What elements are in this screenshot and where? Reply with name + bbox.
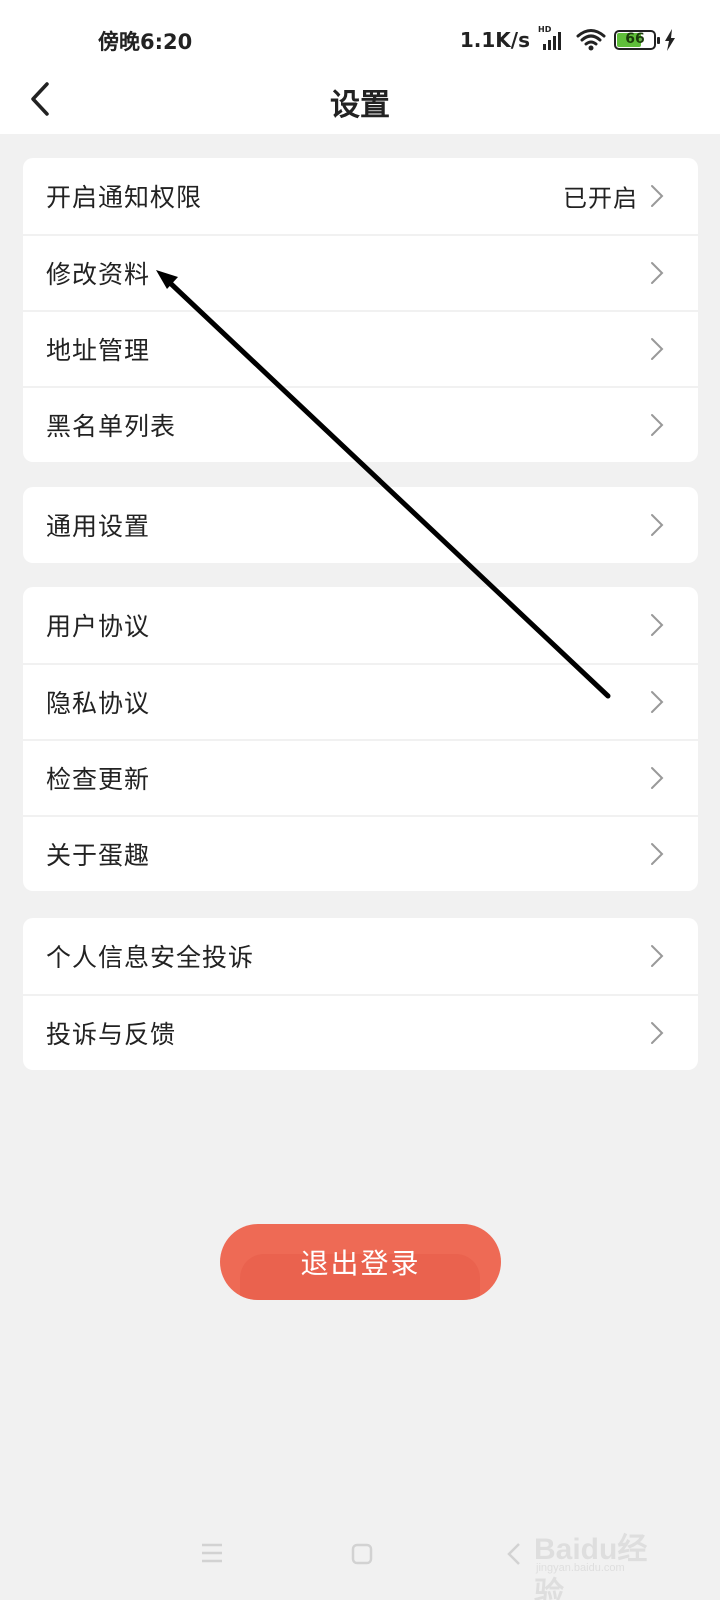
chevron-right-icon — [648, 689, 666, 715]
home-icon[interactable] — [350, 1542, 374, 1570]
row-label: 地址管理 — [46, 336, 151, 365]
settings-group-feedback: 个人信息安全投诉 投诉与反馈 — [23, 918, 698, 1070]
battery-icon: 66 — [614, 30, 660, 50]
row-label: 开启通知权限 — [46, 183, 203, 212]
row-blacklist[interactable]: 黑名单列表 — [23, 386, 698, 462]
chevron-right-icon — [648, 841, 666, 867]
row-general-settings[interactable]: 通用设置 — [23, 487, 698, 563]
wifi-icon — [576, 28, 606, 52]
page-title: 设置 — [330, 88, 390, 123]
network-speed: 1.1K/s — [459, 28, 530, 52]
chevron-right-icon — [648, 765, 666, 791]
row-label: 用户协议 — [46, 612, 151, 641]
settings-group-about: 用户协议 隐私协议 检查更新 关于蛋趣 — [23, 587, 698, 891]
row-label: 个人信息安全投诉 — [46, 943, 255, 972]
lightning-icon — [664, 29, 676, 51]
row-privacy-agreement[interactable]: 隐私协议 — [23, 663, 698, 739]
menu-icon[interactable] — [200, 1542, 224, 1568]
row-check-update[interactable]: 检查更新 — [23, 739, 698, 815]
chevron-right-icon — [648, 260, 666, 286]
status-indicators: 1.1K/s HD 66 — [459, 25, 676, 54]
row-label: 隐私协议 — [46, 689, 151, 718]
header: 设置 — [0, 72, 720, 134]
row-label: 黑名单列表 — [46, 412, 177, 441]
status-bar: 傍晚6:20 1.1K/s HD 66 — [0, 0, 720, 72]
watermark: Baidu经验 jingyan.baidu.com — [534, 1518, 674, 1600]
row-value: 已开启 — [563, 184, 638, 213]
status-time: 傍晚6:20 — [98, 30, 193, 54]
chevron-right-icon — [648, 412, 666, 438]
chevron-right-icon — [648, 612, 666, 638]
settings-group-general: 通用设置 — [23, 487, 698, 563]
row-notification-permission[interactable]: 开启通知权限 已开启 — [23, 158, 698, 234]
row-edit-profile[interactable]: 修改资料 — [23, 234, 698, 310]
row-label: 通用设置 — [46, 512, 151, 541]
row-label: 投诉与反馈 — [46, 1020, 177, 1049]
logout-label: 退出登录 — [300, 1248, 421, 1279]
row-label: 修改资料 — [46, 260, 151, 289]
logout-button[interactable]: 退出登录 — [220, 1224, 501, 1300]
chevron-right-icon — [648, 512, 666, 538]
chevron-right-icon — [648, 336, 666, 362]
chevron-right-icon — [648, 943, 666, 969]
row-label: 关于蛋趣 — [46, 841, 151, 870]
signal-icon: HD — [538, 25, 568, 53]
settings-group-account: 开启通知权限 已开启 修改资料 地址管理 黑名单列表 — [23, 158, 698, 462]
row-label: 检查更新 — [46, 765, 151, 794]
watermark-site: jingyan.baidu.com — [536, 1562, 625, 1574]
back-icon[interactable] — [505, 1542, 523, 1570]
battery-level: 66 — [625, 31, 645, 47]
chevron-right-icon — [648, 1020, 666, 1046]
row-about[interactable]: 关于蛋趣 — [23, 815, 698, 891]
chevron-right-icon — [648, 183, 666, 209]
row-complaint-feedback[interactable]: 投诉与反馈 — [23, 994, 698, 1070]
row-user-agreement[interactable]: 用户协议 — [23, 587, 698, 663]
row-privacy-complaint[interactable]: 个人信息安全投诉 — [23, 918, 698, 994]
row-address-management[interactable]: 地址管理 — [23, 310, 698, 386]
